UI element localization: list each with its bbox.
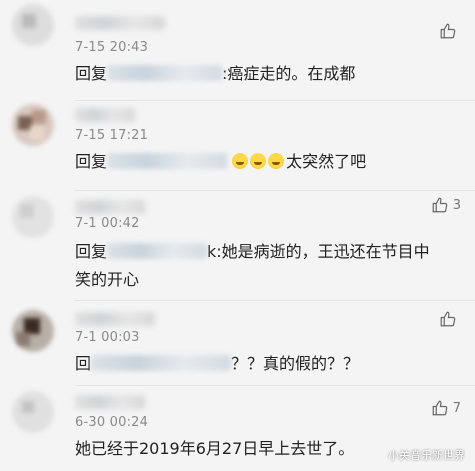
reply-body: ？？真的假的？？ bbox=[231, 354, 360, 373]
thumbs-up-icon bbox=[432, 197, 448, 213]
comment-text: 回复 k:她是病逝的，王迅还在节目中笑的开心 bbox=[75, 238, 445, 294]
comment-text: 回 ？？真的假的？？ bbox=[75, 350, 445, 378]
username-blurred[interactable] bbox=[75, 16, 165, 30]
comment-time: 7-15 20:43 bbox=[75, 40, 149, 55]
reply-target-blurred[interactable] bbox=[91, 355, 232, 371]
avatar[interactable] bbox=[12, 310, 54, 352]
reply-body: 她已经于2019年6月27日早上去世了。 bbox=[75, 439, 355, 458]
comment-text: 回复 :癌症走的。在成都 bbox=[75, 60, 445, 88]
divider bbox=[75, 100, 475, 101]
reply-body: 太突然了吧 bbox=[286, 152, 367, 171]
username-blurred[interactable] bbox=[75, 200, 145, 214]
comment-time: 7-1 00:42 bbox=[75, 216, 140, 231]
like-count: 7 bbox=[452, 400, 461, 416]
username-blurred[interactable] bbox=[75, 108, 135, 122]
avatar[interactable] bbox=[12, 196, 54, 238]
like-button[interactable] bbox=[439, 310, 461, 328]
thumbs-up-icon bbox=[440, 311, 456, 327]
reply-target-blurred[interactable] bbox=[107, 153, 228, 169]
reply-prefix: 回复 bbox=[75, 242, 108, 261]
crying-emoji-icon bbox=[268, 153, 285, 169]
reply-prefix: 回复 bbox=[75, 64, 108, 83]
crying-emoji-icon bbox=[250, 153, 267, 169]
reply-prefix: 回 bbox=[75, 354, 92, 373]
username-blurred[interactable] bbox=[75, 312, 155, 326]
comment-time: 7-1 00:03 bbox=[75, 330, 140, 345]
like-count: 3 bbox=[452, 197, 461, 213]
avatar[interactable] bbox=[12, 391, 54, 433]
divider bbox=[75, 385, 475, 386]
username-blurred[interactable] bbox=[75, 395, 145, 409]
reply-prefix: 回复 bbox=[75, 152, 108, 171]
comment-text: 回复 太突然了吧 bbox=[75, 148, 445, 176]
watermark: 小关音乐新世界 bbox=[388, 449, 465, 462]
comment-time: 7-15 17:21 bbox=[75, 128, 149, 143]
like-button[interactable] bbox=[439, 22, 461, 40]
like-button[interactable]: 7 bbox=[431, 399, 461, 417]
divider bbox=[75, 300, 475, 301]
crying-emoji-icon bbox=[232, 153, 249, 169]
reply-target-blurred[interactable] bbox=[107, 243, 208, 259]
avatar[interactable] bbox=[12, 4, 54, 46]
reply-body: :癌症走的。在成都 bbox=[222, 64, 356, 83]
like-button[interactable]: 3 bbox=[431, 196, 461, 214]
divider bbox=[75, 190, 475, 191]
reply-target-blurred[interactable] bbox=[107, 65, 223, 81]
thumbs-up-icon bbox=[432, 400, 448, 416]
thumbs-up-icon bbox=[440, 23, 456, 39]
comment-time: 6-30 00:24 bbox=[75, 415, 149, 430]
avatar[interactable] bbox=[12, 104, 54, 146]
